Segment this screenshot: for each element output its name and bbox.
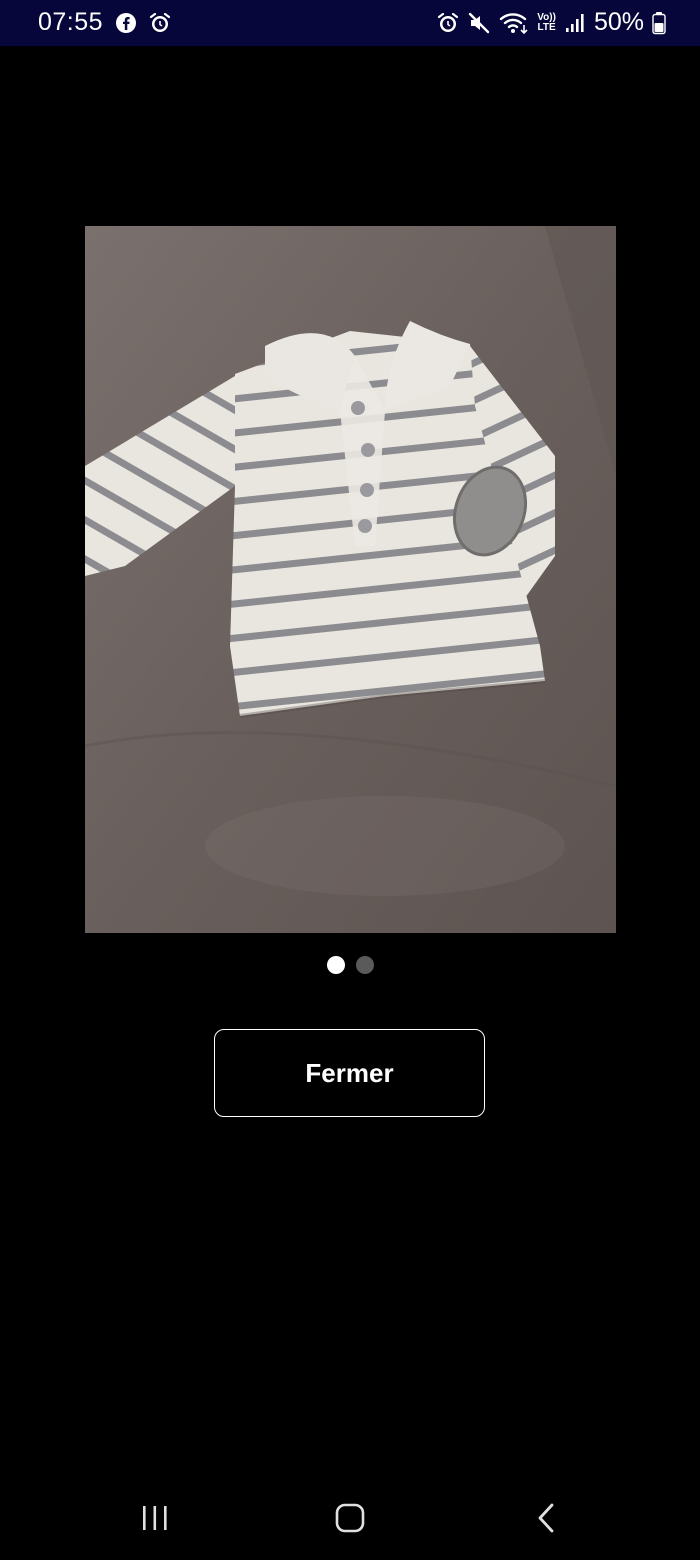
- status-right: Vo)) LTE 50%: [437, 8, 666, 37]
- close-button[interactable]: Fermer: [214, 1029, 485, 1117]
- system-nav-bar: [0, 1480, 700, 1560]
- facebook-icon: [115, 12, 137, 34]
- alarm-icon: [149, 12, 171, 34]
- status-bar: 07:55 Vo)) LTE 50%: [0, 0, 700, 46]
- mute-icon: [467, 11, 491, 35]
- volte-icon: Vo)) LTE: [537, 11, 556, 33]
- back-icon[interactable]: [534, 1502, 560, 1539]
- home-icon[interactable]: [334, 1502, 366, 1539]
- pager-dot-1[interactable]: [326, 956, 345, 974]
- signal-icon: [564, 12, 586, 34]
- product-photo[interactable]: [85, 226, 616, 933]
- image-viewer-screen: 07:55 Vo)) LTE 50% Fermer: [0, 0, 700, 1560]
- recents-icon[interactable]: [140, 1502, 170, 1539]
- wifi-icon: [499, 11, 529, 35]
- pager-dot-2[interactable]: [355, 956, 374, 974]
- battery-icon: [652, 11, 666, 35]
- battery-percent: 50%: [593, 8, 644, 36]
- alarm-icon: [437, 12, 459, 34]
- polo-shirt-photo: [85, 226, 616, 933]
- volte-label-bottom: LTE: [537, 21, 556, 33]
- volte-label-top: Vo)): [537, 11, 556, 23]
- status-time: 07:55: [38, 8, 104, 36]
- photo-pager: [0, 956, 700, 974]
- status-left: 07:55: [38, 8, 171, 37]
